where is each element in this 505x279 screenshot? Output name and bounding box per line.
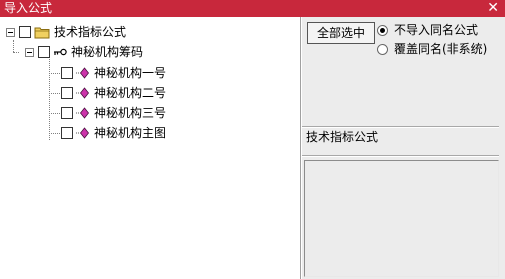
options-panel: 全部选中 不导入同名公式 覆盖同名(非系统) 技术指标公式 <box>302 17 505 279</box>
divider <box>302 126 499 128</box>
tree-node-checkbox[interactable] <box>38 46 50 58</box>
tree-node-checkbox[interactable] <box>61 67 73 79</box>
radio-overwrite-duplicates[interactable]: 覆盖同名(非系统) <box>377 41 487 57</box>
radio-button[interactable] <box>377 24 388 36</box>
tree-node-checkbox[interactable] <box>61 87 73 99</box>
tree-node-item: 神秘机构一号 <box>57 65 166 81</box>
tree-node-label[interactable]: 神秘机构主图 <box>94 125 166 141</box>
select-all-button[interactable]: 全部选中 <box>307 22 375 44</box>
tree-node-group: 神秘机构筹码 <box>25 44 143 60</box>
tree-node-label[interactable]: 神秘机构三号 <box>94 105 166 121</box>
radio-button[interactable] <box>377 43 388 55</box>
folder-icon <box>34 26 50 39</box>
radio-label[interactable]: 不导入同名公式 <box>394 22 478 38</box>
tree-node-checkbox[interactable] <box>61 127 73 139</box>
collapse-toggle[interactable] <box>6 27 15 37</box>
tree-connector <box>13 40 14 52</box>
formula-icon <box>76 107 90 119</box>
collapse-toggle[interactable] <box>25 47 34 57</box>
tree-node-label[interactable]: 技术指标公式 <box>54 24 126 40</box>
radio-skip-duplicates[interactable]: 不导入同名公式 <box>377 22 478 38</box>
tree-node-item: 神秘机构二号 <box>57 85 166 101</box>
formula-tree: 技术指标公式 神秘机构筹码 神秘机构一号 神秘机构二号 神秘机构三号 神秘机构主… <box>0 17 301 279</box>
formula-category-text: 技术指标公式 <box>306 130 379 144</box>
formula-description-box <box>304 160 499 277</box>
title-bar: 导入公式 ✕ <box>0 0 505 17</box>
tree-node-label[interactable]: 神秘机构一号 <box>94 65 166 81</box>
close-icon[interactable]: ✕ <box>487 0 499 17</box>
formula-icon <box>76 127 90 139</box>
tree-node-label[interactable]: 神秘机构筹码 <box>71 44 143 60</box>
window-title: 导入公式 <box>4 1 53 15</box>
radio-label[interactable]: 覆盖同名(非系统) <box>394 41 487 57</box>
key-icon <box>53 47 67 57</box>
tree-node-checkbox[interactable] <box>19 26 31 38</box>
tree-connector <box>49 54 50 140</box>
tree-node-root: 技术指标公式 <box>6 24 126 40</box>
tree-node-label[interactable]: 神秘机构二号 <box>94 85 166 101</box>
formula-icon <box>76 87 90 99</box>
tree-node-item: 神秘机构主图 <box>57 125 166 141</box>
tree-node-item: 神秘机构三号 <box>57 105 166 121</box>
tree-node-checkbox[interactable] <box>61 107 73 119</box>
tree-connector <box>13 52 19 53</box>
formula-icon <box>76 67 90 79</box>
divider <box>302 155 499 157</box>
